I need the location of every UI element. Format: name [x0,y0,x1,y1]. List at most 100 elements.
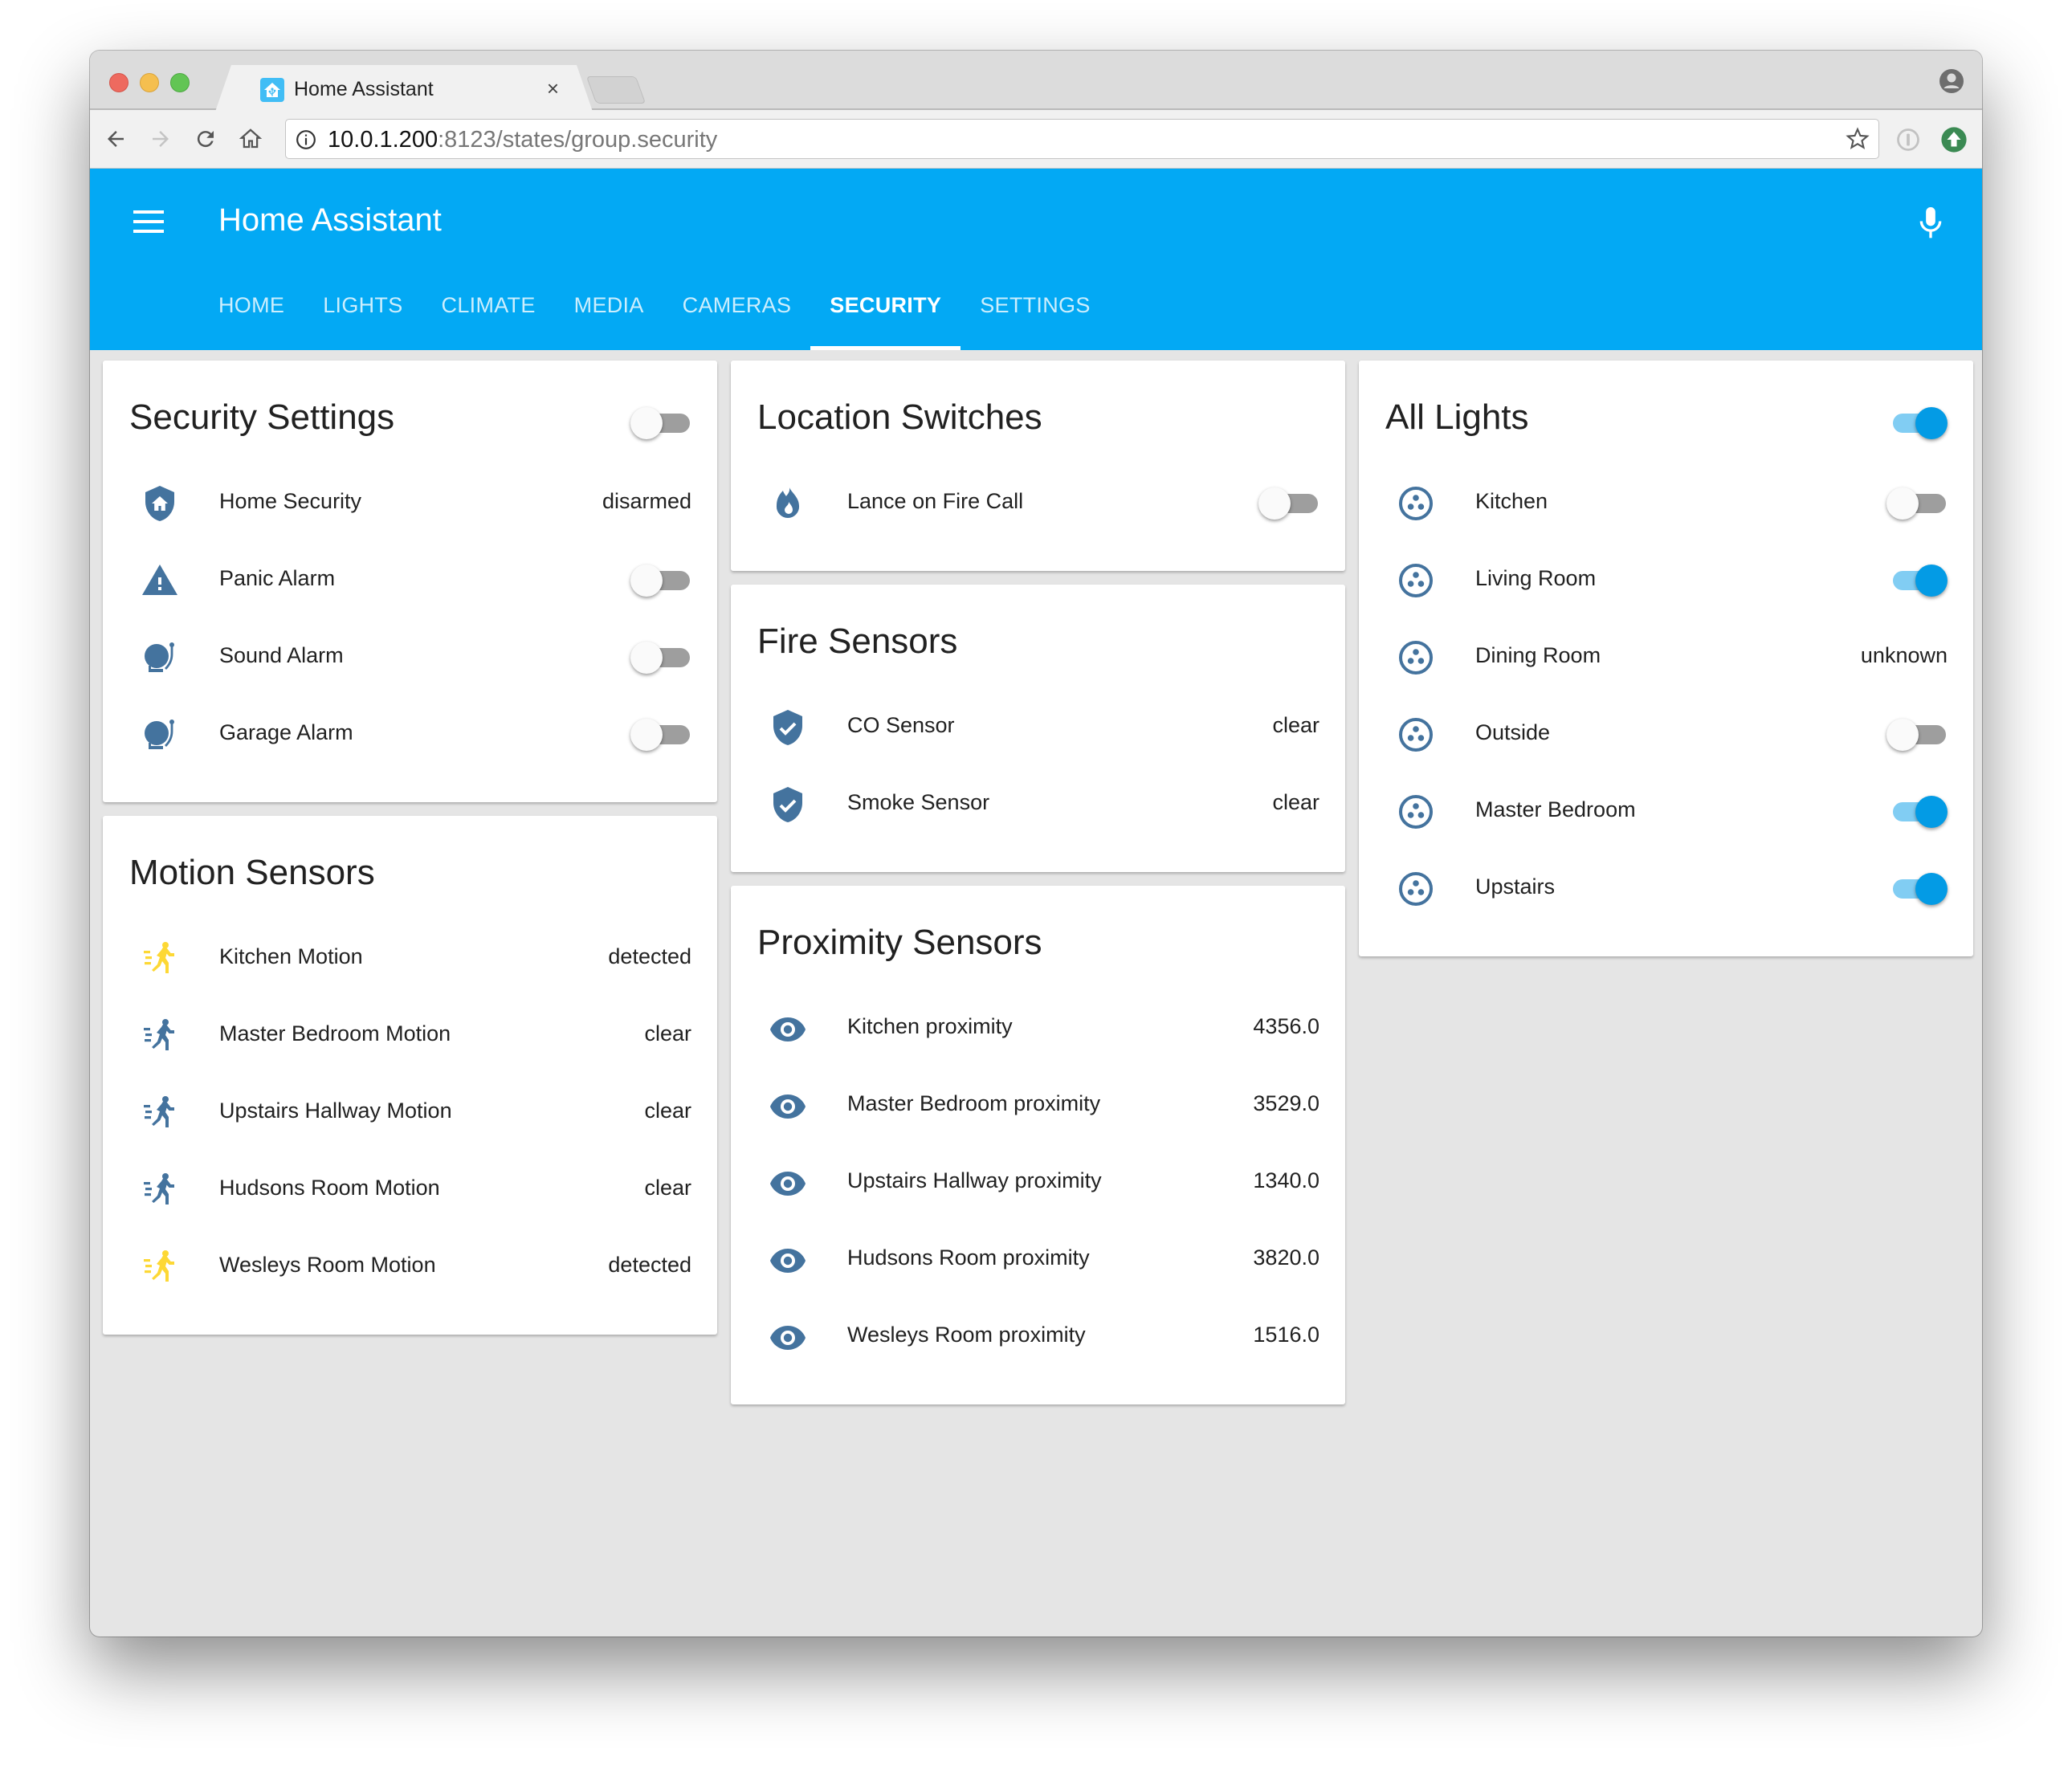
entity-name: Home Security [219,489,362,513]
entity-state: 3820.0 [1253,1245,1319,1270]
light-group-icon [1397,715,1435,754]
card-header: Motion Sensors [129,816,691,920]
card-header: Location Switches [757,361,1319,465]
entity-row[interactable]: Kitchen Motion detected [129,920,691,997]
entity-row[interactable]: Kitchen proximity 4356.0 [757,990,1319,1067]
tab-lights[interactable]: LIGHTS [304,281,422,350]
tab-cameras[interactable]: CAMERAS [663,281,811,350]
entity-row[interactable]: Smoke Sensor clear [757,766,1319,843]
entity-toggle[interactable] [1886,873,1948,905]
entity-state: unknown [1860,643,1948,667]
entity-toggle[interactable] [1886,719,1948,751]
url-path: :8123/states/group.security [438,127,718,153]
eye-icon [769,1086,807,1125]
tab-media[interactable]: MEDIA [555,281,663,350]
entity-row[interactable]: Hudsons Room proximity 3820.0 [757,1221,1319,1298]
eye-icon [769,1009,807,1048]
entity-row[interactable]: Wesleys Room Motion detected [129,1229,691,1306]
entity-row[interactable]: Wesleys Room proximity 1516.0 [757,1298,1319,1376]
entity-toggle[interactable] [1886,565,1948,597]
entity-toggle[interactable] [1886,796,1948,828]
profile-icon[interactable] [1939,68,1964,94]
browser-tab[interactable]: Home Assistant × [215,65,593,112]
entity-row[interactable]: Kitchen [1385,465,1948,542]
tab-home[interactable]: HOME [218,281,304,350]
entity-row[interactable]: Upstairs [1385,850,1948,927]
entity-row[interactable]: Panic Alarm [129,542,691,619]
entity-toggle[interactable] [630,642,691,674]
light-group-icon [1397,638,1435,677]
entity-row[interactable]: Garage Alarm [129,696,691,773]
reload-icon [197,131,214,148]
column-1: Security Settings Home Security disarmed … [103,361,717,1348]
entity-row[interactable]: CO Sensor clear [757,689,1319,766]
tab-close-icon[interactable]: × [547,76,559,101]
home-button[interactable] [235,123,267,155]
view-tabs: HOME LIGHTS CLIMATE MEDIA CAMERAS SECURITY SET… [218,281,1110,350]
address-bar[interactable]: 10.0.1.200:8123/states/group.security [285,119,1879,159]
bookmark-star-icon[interactable] [1845,126,1870,152]
info-icon[interactable] [296,129,316,150]
entity-state: clear [644,1021,691,1046]
back-button[interactable] [100,123,132,155]
password-manager-icon[interactable] [1896,128,1920,152]
toggle-knob [1886,487,1919,520]
card-proximity-sensors: Proximity Sensors Kitchen proximity 4356.… [731,886,1345,1404]
light-group-icon [1397,870,1435,908]
entity-name: Wesleys Room proximity [847,1323,1086,1347]
browser-window: Home Assistant × 10.0.1.200:8123/states/… [90,51,1982,1637]
entity-state: 3529.0 [1253,1091,1319,1115]
entity-row[interactable]: Outside [1385,696,1948,773]
window-close-button[interactable] [109,73,128,92]
entity-row[interactable]: Upstairs Hallway proximity 1340.0 [757,1144,1319,1221]
new-tab-button[interactable] [585,76,646,104]
entity-row[interactable]: Lance on Fire Call [757,465,1319,542]
entity-row[interactable]: Upstairs Hallway Motion clear [129,1074,691,1152]
light-group-icon [1397,484,1435,523]
entity-row[interactable]: Dining Room unknown [1385,619,1948,696]
run-icon [141,1171,179,1209]
tab-security[interactable]: SECURITY [810,281,961,350]
group-toggle[interactable] [630,407,691,439]
entity-row[interactable]: Master Bedroom proximity 3529.0 [757,1067,1319,1144]
entity-toggle[interactable] [1258,487,1319,520]
entity-row[interactable]: Home Security disarmed [129,465,691,542]
eye-icon [769,1241,807,1279]
entity-toggle[interactable] [630,565,691,597]
entity-name: Upstairs Hallway proximity [847,1168,1102,1192]
entity-row[interactable]: Hudsons Room Motion clear [129,1152,691,1229]
tab-climate[interactable]: CLIMATE [422,281,555,350]
entity-row[interactable]: Living Room [1385,542,1948,619]
browser-tab-strip: Home Assistant × [90,51,1982,110]
entity-name: Kitchen Motion [219,944,363,968]
update-icon[interactable] [1940,126,1968,153]
entity-toggle[interactable] [630,719,691,751]
card-title: Proximity Sensors [757,923,1042,962]
entity-name: Wesleys Room Motion [219,1253,436,1277]
entity-row[interactable]: Master Bedroom Motion clear [129,997,691,1074]
reload-button[interactable] [190,123,222,155]
entity-state: 1516.0 [1253,1323,1319,1347]
menu-icon[interactable] [133,210,164,236]
entity-state: clear [1272,790,1319,814]
shield-check-icon [769,708,807,747]
entity-toggle[interactable] [1886,487,1948,520]
tab-settings[interactable]: SETTINGS [961,281,1109,350]
alert-icon [141,561,179,600]
card-title: Security Settings [129,397,395,437]
entity-row[interactable]: Sound Alarm [129,619,691,696]
run-icon [141,1017,179,1055]
entity-row[interactable]: Master Bedroom [1385,773,1948,850]
forward-button[interactable] [145,123,177,155]
entity-name: Dining Room [1475,643,1601,667]
window-minimize-button[interactable] [140,73,159,92]
toggle-knob [1915,407,1948,439]
entity-state: 4356.0 [1253,1014,1319,1038]
microphone-icon[interactable] [1915,206,1947,241]
group-toggle[interactable] [1886,407,1948,439]
entity-name: Master Bedroom proximity [847,1091,1101,1115]
url-text[interactable]: 10.0.1.200:8123/states/group.security [328,127,717,153]
window-maximize-button[interactable] [170,73,190,92]
card-title: Location Switches [757,397,1042,437]
entity-name: CO Sensor [847,713,955,737]
